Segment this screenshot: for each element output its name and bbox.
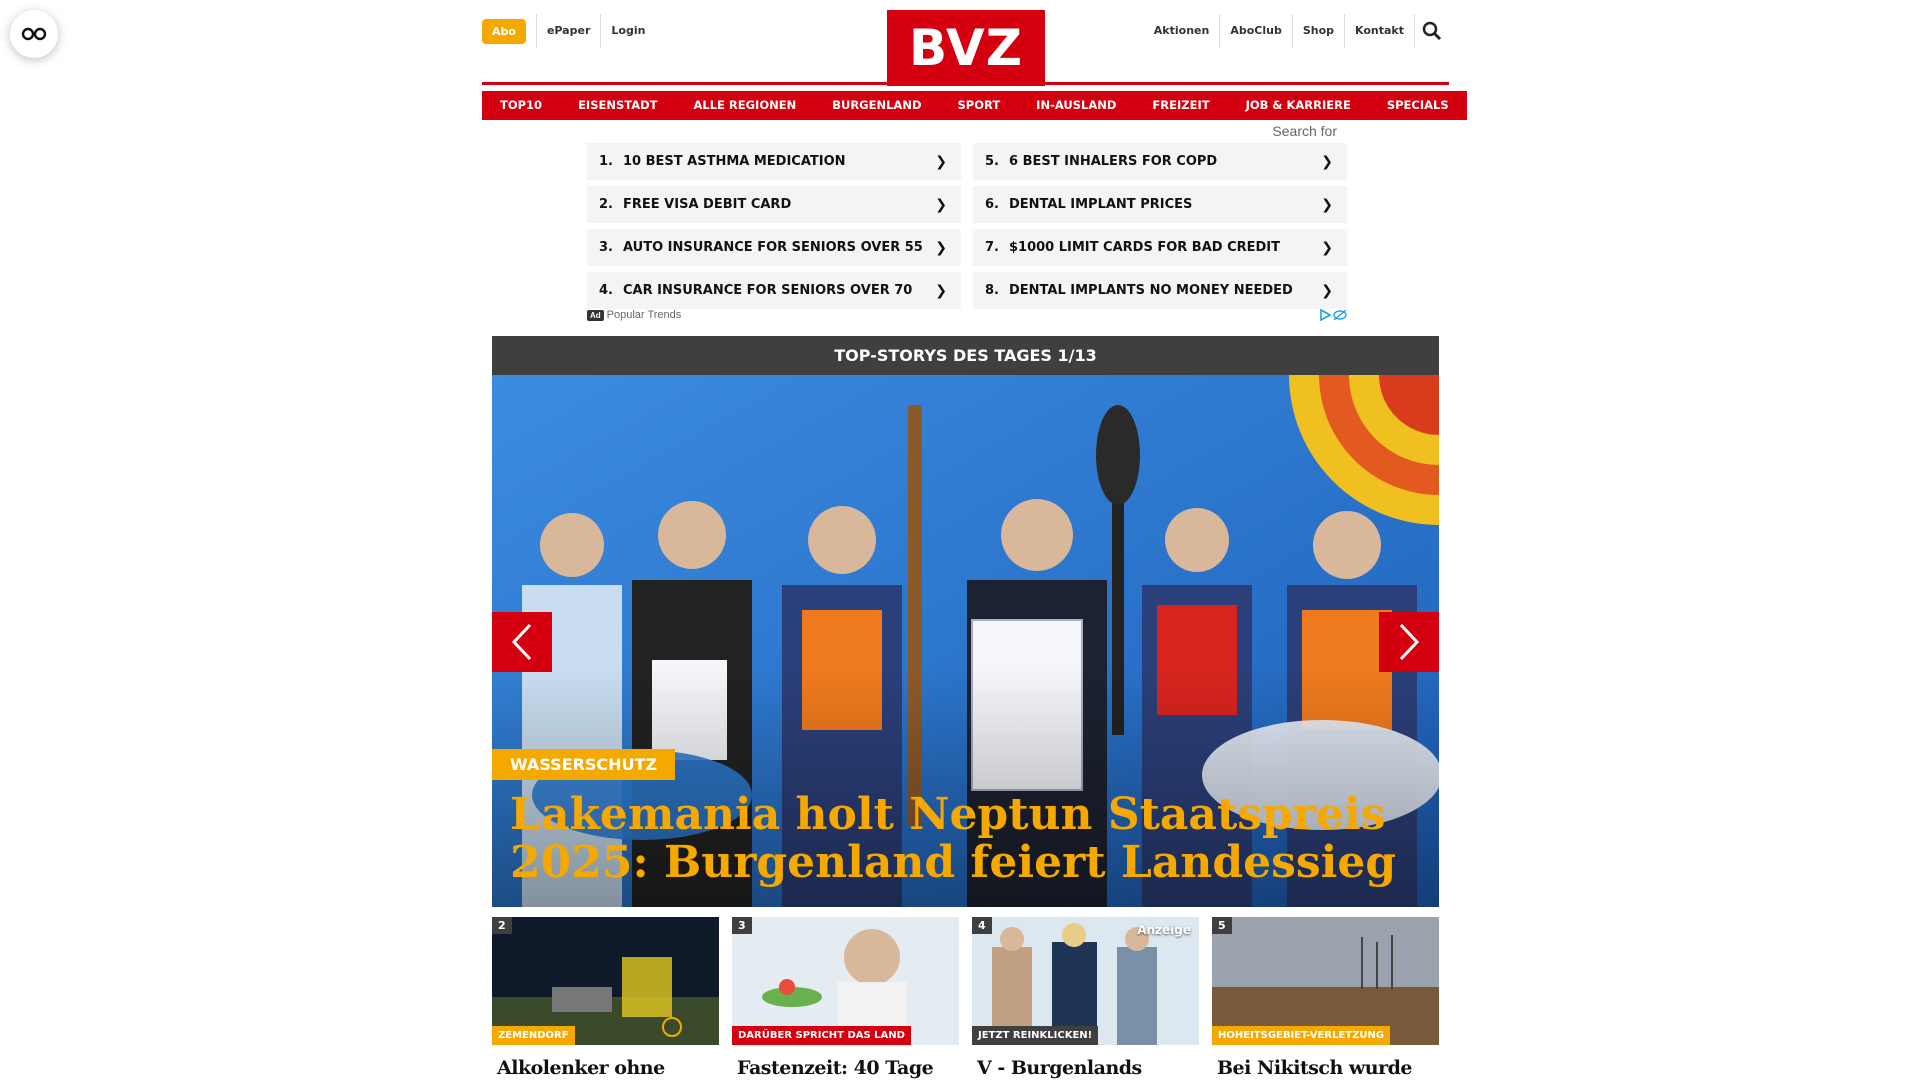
nav-top10[interactable]: TOP10 [482, 91, 561, 120]
ad-item-number: 3. [599, 240, 613, 255]
nav-sport[interactable]: SPORT [939, 91, 1019, 120]
header-divider [482, 82, 1449, 85]
ad-item[interactable]: 1. 10 BEST ASTHMA MEDICATION ❯ [587, 143, 961, 180]
ad-item-number: 1. [599, 154, 613, 169]
story-title[interactable]: Alkolenker ohne Führerschein [492, 1045, 719, 1080]
reader-mode-button[interactable] [10, 10, 58, 58]
story-tag: HOHEITSGEBIET-VERLETZUNG [1212, 1026, 1391, 1045]
nav-burgenland[interactable]: BURGENLAND [814, 91, 940, 120]
ad-label: Anzeige [1137, 923, 1191, 937]
story-card[interactable]: 2 ZEMENDORF Alkolenker ohne Führerschein [492, 917, 719, 1080]
shop-link[interactable]: Shop [1293, 14, 1346, 48]
story-image[interactable]: 3 DARÜBER SPRICHT DAS LAND [732, 917, 959, 1045]
chevron-right-icon: ❯ [935, 153, 947, 170]
aktionen-link[interactable]: Aktionen [1144, 14, 1221, 48]
ad-item-text: CAR INSURANCE FOR SENIORS OVER 70 [623, 283, 913, 298]
chevron-right-icon: ❯ [1321, 239, 1333, 256]
ad-item[interactable]: 7. $1000 LIMIT CARDS FOR BAD CREDIT ❯ [973, 229, 1347, 266]
ad-grid: 1. 10 BEST ASTHMA MEDICATION ❯ 5. 6 BEST IN… [587, 143, 1347, 309]
abo-button[interactable]: Abo [482, 18, 526, 44]
aboclub-link[interactable]: AboClub [1220, 14, 1293, 48]
ad-item[interactable]: 8. DENTAL IMPLANTS NO MONEY NEEDED ❯ [973, 272, 1347, 309]
story-rank: 2 [492, 917, 512, 934]
ad-badge: Ad [587, 309, 604, 321]
slider-header: TOP-STORYS DES TAGES 1/13 [492, 336, 1439, 375]
chevron-right-icon: ❯ [1321, 153, 1333, 170]
ad-item[interactable]: 6. DENTAL IMPLANT PRICES ❯ [973, 186, 1347, 223]
nav-freizeit[interactable]: FREIZEIT [1134, 91, 1228, 120]
ad-item-text: 6 BEST INHALERS FOR COPD [1009, 154, 1218, 169]
ad-item-text: DENTAL IMPLANTS NO MONEY NEEDED [1009, 283, 1293, 298]
adchoices-icon[interactable] [1319, 309, 1347, 321]
story-rank: 3 [732, 917, 752, 934]
ad-item-number: 4. [599, 283, 613, 298]
slider-next-button[interactable] [1379, 612, 1439, 672]
ad-item-number: 5. [985, 154, 999, 169]
ad-item-number: 6. [985, 197, 999, 212]
main-nav: TOP10 EISENSTADT ALLE REGIONEN BURGENLAN… [482, 91, 1467, 120]
ad-item[interactable]: 4. CAR INSURANCE FOR SENIORS OVER 70 ❯ [587, 272, 961, 309]
top-stories-slider: TOP-STORYS DES TAGES 1/13 WASSERSCHUTZ L… [492, 336, 1439, 907]
hero-category-tag[interactable]: WASSERSCHUTZ [492, 749, 676, 780]
nav-in-ausland[interactable]: IN-AUSLAND [1018, 91, 1135, 120]
story-card[interactable]: 4 Anzeige JETZT REINKLICKEN! V - Burgenl… [972, 917, 1199, 1080]
ad-item-text: 10 BEST ASTHMA MEDICATION [623, 154, 846, 169]
chevron-right-icon: ❯ [935, 196, 947, 213]
search-icon[interactable] [1415, 14, 1449, 48]
slider-prev-button[interactable] [492, 612, 552, 672]
ad-item[interactable]: 2. FREE VISA DEBIT CARD ❯ [587, 186, 961, 223]
ad-item-number: 2. [599, 197, 613, 212]
ad-item-text: AUTO INSURANCE FOR SENIORS OVER 55 [623, 240, 923, 255]
story-cards: 2 ZEMENDORF Alkolenker ohne Führerschein… [492, 917, 1439, 1080]
top-bar: Abo ePaper Login BVZ Aktionen AboClub Sh… [482, 0, 1449, 86]
ad-item-text: $1000 LIMIT CARDS FOR BAD CREDIT [1009, 240, 1281, 255]
chevron-right-icon: ❯ [935, 282, 947, 299]
story-image[interactable]: 4 Anzeige JETZT REINKLICKEN! [972, 917, 1199, 1045]
story-title[interactable]: Bei Nikitsch wurde ein illegaler Grenzüb… [1212, 1045, 1439, 1080]
epaper-link[interactable]: ePaper [535, 14, 600, 48]
kontakt-link[interactable]: Kontakt [1345, 14, 1415, 48]
hero-headline[interactable]: Lakemania holt Neptun Staatspreis 2025: … [510, 791, 1410, 887]
ad-item-text: DENTAL IMPLANT PRICES [1009, 197, 1193, 212]
nav-alle-regionen[interactable]: ALLE REGIONEN [675, 91, 815, 120]
top-left-links: Abo ePaper Login [482, 14, 655, 48]
top-right-links: Aktionen AboClub Shop Kontakt [1144, 14, 1449, 48]
bvz-logo[interactable]: BVZ [887, 10, 1045, 86]
chevron-right-icon: ❯ [1321, 196, 1333, 213]
story-tag: ZEMENDORF [492, 1026, 575, 1045]
ad-item[interactable]: 5. 6 BEST INHALERS FOR COPD ❯ [973, 143, 1347, 180]
ad-item-number: 8. [985, 283, 999, 298]
ad-item-number: 7. [985, 240, 999, 255]
story-title[interactable]: V - Burgenlands Frauen - Hier geht's zum… [972, 1045, 1199, 1080]
story-image[interactable]: 2 ZEMENDORF [492, 917, 719, 1045]
story-tag: JETZT REINKLICKEN! [972, 1026, 1099, 1045]
glasses-icon [21, 27, 47, 41]
story-card[interactable]: 5 HOHEITSGEBIET-VERLETZUNG Bei Nikitsch … [1212, 917, 1439, 1080]
story-title[interactable]: Fastenzeit: 40 Tage lang leichter leben [732, 1045, 959, 1080]
page: Abo ePaper Login BVZ Aktionen AboClub Sh… [482, 0, 1467, 1079]
nav-job-karriere[interactable]: JOB & KARRIERE [1227, 91, 1369, 120]
chevron-right-icon: ❯ [935, 239, 947, 256]
chevron-left-icon [511, 623, 532, 661]
nav-eisenstadt[interactable]: EISENSTADT [560, 91, 676, 120]
ad-item[interactable]: 3. AUTO INSURANCE FOR SENIORS OVER 55 ❯ [587, 229, 961, 266]
story-rank: 5 [1212, 917, 1232, 934]
story-card[interactable]: 3 DARÜBER SPRICHT DAS LAND Fastenzeit: 4… [732, 917, 959, 1080]
chevron-right-icon [1399, 623, 1420, 661]
ad-footer-label: Popular Trends [606, 309, 682, 321]
login-link[interactable]: Login [600, 14, 655, 48]
story-image[interactable]: 5 HOHEITSGEBIET-VERLETZUNG [1212, 917, 1439, 1045]
nav-specials[interactable]: SPECIALS [1368, 91, 1467, 120]
story-tag: DARÜBER SPRICHT DAS LAND [732, 1026, 911, 1045]
story-rank: 4 [972, 917, 992, 934]
ad-item-text: FREE VISA DEBIT CARD [623, 197, 792, 212]
chevron-right-icon: ❯ [1321, 282, 1333, 299]
ad-search-label: Search for [1272, 123, 1337, 139]
ad-footer: Ad Popular Trends [587, 309, 1347, 321]
